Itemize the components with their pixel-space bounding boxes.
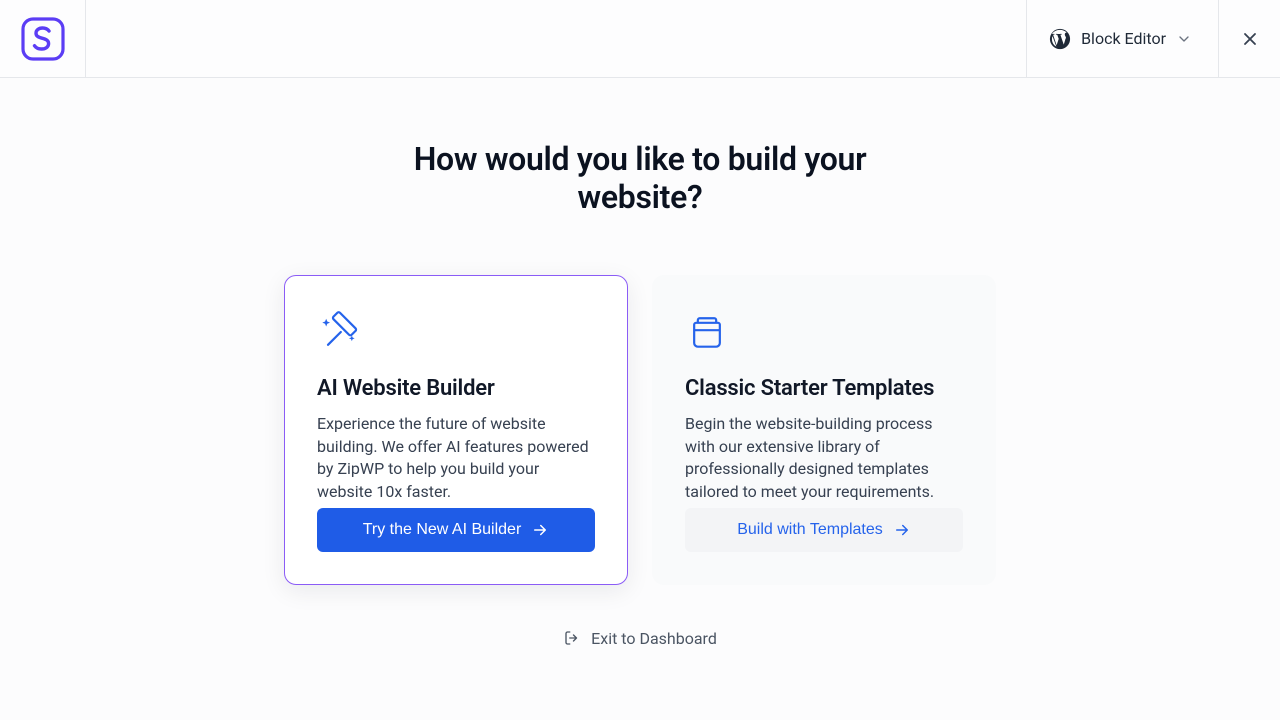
close-icon <box>1240 29 1260 49</box>
card-ai-desc: Experience the future of website buildin… <box>317 413 595 504</box>
close-button[interactable] <box>1218 0 1280 77</box>
top-bar: Block Editor <box>0 0 1280 78</box>
editor-select-label: Block Editor <box>1081 29 1166 48</box>
option-cards: AI Website Builder Experience the future… <box>284 275 996 585</box>
build-with-templates-button[interactable]: Build with Templates <box>685 508 963 552</box>
app-logo <box>0 0 86 77</box>
try-ai-builder-label: Try the New AI Builder <box>363 521 522 539</box>
main-content: How would you like to build your website… <box>0 78 1280 648</box>
card-classic-title: Classic Starter Templates <box>685 376 963 401</box>
exit-to-dashboard-label: Exit to Dashboard <box>591 629 717 648</box>
page-heading: How would you like to build your website… <box>380 140 900 217</box>
wordpress-icon <box>1049 28 1071 50</box>
exit-icon <box>563 629 581 647</box>
editor-select[interactable]: Block Editor <box>1026 0 1218 77</box>
chevron-down-icon <box>1176 31 1192 47</box>
build-with-templates-label: Build with Templates <box>737 521 883 539</box>
card-classic-desc: Begin the website-building process with … <box>685 413 963 504</box>
try-ai-builder-button[interactable]: Try the New AI Builder <box>317 508 595 552</box>
arrow-right-icon <box>893 521 911 539</box>
card-ai-title: AI Website Builder <box>317 376 595 401</box>
magic-wand-icon <box>317 310 595 358</box>
exit-to-dashboard-link[interactable]: Exit to Dashboard <box>563 629 717 648</box>
arrow-right-icon <box>531 521 549 539</box>
starter-logo-icon <box>21 17 65 61</box>
card-classic-templates[interactable]: Classic Starter Templates Begin the webs… <box>652 275 996 585</box>
card-ai-builder[interactable]: AI Website Builder Experience the future… <box>284 275 628 585</box>
templates-icon <box>685 310 963 358</box>
